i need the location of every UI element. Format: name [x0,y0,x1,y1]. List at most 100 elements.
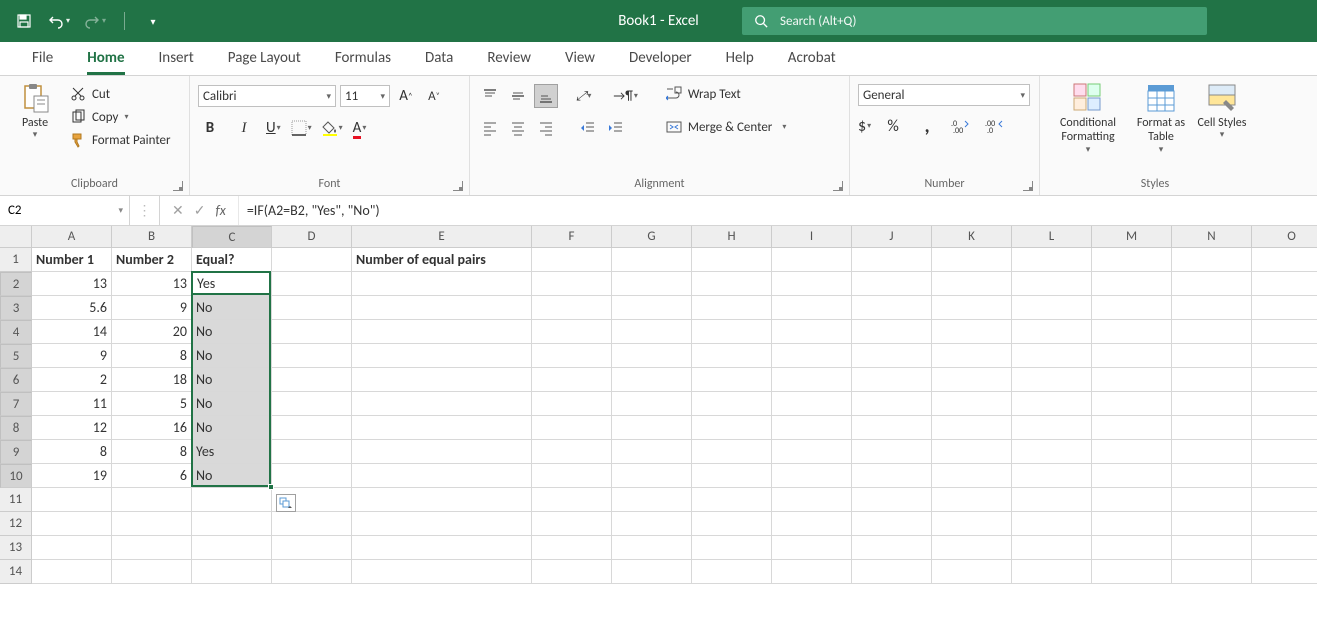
tab-acrobat[interactable]: Acrobat [778,43,846,75]
conditional-formatting-button[interactable]: Conditional Formatting▾ [1048,80,1128,158]
cell-M4[interactable] [1092,320,1172,344]
cell-D9[interactable] [272,440,352,464]
cell-M8[interactable] [1092,416,1172,440]
cell-O2[interactable] [1252,272,1317,296]
cell-E6[interactable] [352,368,532,392]
row-header-5[interactable]: 5 [0,344,32,368]
cell-O6[interactable] [1252,368,1317,392]
cell-C3[interactable]: No [192,296,272,320]
cell-I10[interactable] [772,464,852,488]
col-header-J[interactable]: J [852,226,932,248]
cell-J9[interactable] [852,440,932,464]
col-header-H[interactable]: H [692,226,772,248]
row-header-3[interactable]: 3 [0,296,32,320]
cell-B6[interactable]: 18 [112,368,192,392]
cell-M1[interactable] [1092,248,1172,272]
cell-G1[interactable] [612,248,692,272]
cell-I14[interactable] [772,560,852,584]
tab-data[interactable]: Data [415,43,463,75]
cell-F5[interactable] [532,344,612,368]
cell-O11[interactable] [1252,488,1317,512]
row-header-8[interactable]: 8 [0,416,32,440]
cell-K5[interactable] [932,344,1012,368]
tab-page-layout[interactable]: Page Layout [218,43,311,75]
cell-L14[interactable] [1012,560,1092,584]
cell-M13[interactable] [1092,536,1172,560]
cell-D4[interactable] [272,320,352,344]
row-header-2[interactable]: 2 [0,272,32,296]
cell-B7[interactable]: 5 [112,392,192,416]
cell-O9[interactable] [1252,440,1317,464]
tab-insert[interactable]: Insert [149,43,204,75]
cell-H2[interactable] [692,272,772,296]
cell-N12[interactable] [1172,512,1252,536]
cell-F10[interactable] [532,464,612,488]
cell-A9[interactable]: 8 [32,440,112,464]
paste-button[interactable]: Paste ▾ [8,80,62,143]
increase-indent-icon[interactable] [604,116,628,140]
cell-C10[interactable]: No [192,464,272,488]
cell-H8[interactable] [692,416,772,440]
cell-L12[interactable] [1012,512,1092,536]
cell-G4[interactable] [612,320,692,344]
redo-button[interactable]: ▾ [84,13,106,29]
col-header-L[interactable]: L [1012,226,1092,248]
row-header-12[interactable]: 12 [0,512,32,536]
fill-color-button[interactable]: ▾ [322,120,343,136]
search-box[interactable]: Search (Alt+Q) [742,7,1207,35]
cell-J5[interactable] [852,344,932,368]
col-header-B[interactable]: B [112,226,192,248]
cell-E4[interactable] [352,320,532,344]
cell-M14[interactable] [1092,560,1172,584]
cell-A12[interactable] [32,512,112,536]
tab-file[interactable]: File [22,43,63,75]
cell-B10[interactable]: 6 [112,464,192,488]
cell-L6[interactable] [1012,368,1092,392]
cell-J14[interactable] [852,560,932,584]
cell-M6[interactable] [1092,368,1172,392]
cell-A14[interactable] [32,560,112,584]
alignment-dialog-launcher[interactable] [833,181,843,191]
cell-G14[interactable] [612,560,692,584]
cell-I7[interactable] [772,392,852,416]
cell-E3[interactable] [352,296,532,320]
cell-L7[interactable] [1012,392,1092,416]
enter-formula-icon[interactable]: ✓ [194,202,206,219]
cell-A11[interactable] [32,488,112,512]
cell-G7[interactable] [612,392,692,416]
cell-J12[interactable] [852,512,932,536]
cell-J3[interactable] [852,296,932,320]
cell-H11[interactable] [692,488,772,512]
cell-E14[interactable] [352,560,532,584]
decrease-decimal-icon[interactable]: .00.0 [983,114,1007,138]
cell-styles-button[interactable]: Cell Styles▾ [1194,80,1250,143]
cell-F6[interactable] [532,368,612,392]
row-header-9[interactable]: 9 [0,440,32,464]
name-box-dropdown[interactable]: ▾ [118,205,123,216]
col-header-F[interactable]: F [532,226,612,248]
cell-K10[interactable] [932,464,1012,488]
cell-A8[interactable]: 12 [32,416,112,440]
cell-K11[interactable] [932,488,1012,512]
percent-button[interactable]: % [881,114,905,138]
cell-I11[interactable] [772,488,852,512]
cell-C7[interactable]: No [192,392,272,416]
cell-F3[interactable] [532,296,612,320]
col-header-O[interactable]: O [1252,226,1317,248]
cell-N9[interactable] [1172,440,1252,464]
cell-C5[interactable]: No [192,344,272,368]
cell-B2[interactable]: 13 [112,272,192,296]
cell-M11[interactable] [1092,488,1172,512]
tab-review[interactable]: Review [477,43,541,75]
cell-H10[interactable] [692,464,772,488]
cell-N1[interactable] [1172,248,1252,272]
cell-G3[interactable] [612,296,692,320]
cell-E8[interactable] [352,416,532,440]
cell-H12[interactable] [692,512,772,536]
col-header-N[interactable]: N [1172,226,1252,248]
font-color-button[interactable]: A ▾ [353,119,367,137]
cell-L13[interactable] [1012,536,1092,560]
cell-J6[interactable] [852,368,932,392]
cell-G5[interactable] [612,344,692,368]
orientation-button[interactable]: ⤢▾ [576,89,591,104]
